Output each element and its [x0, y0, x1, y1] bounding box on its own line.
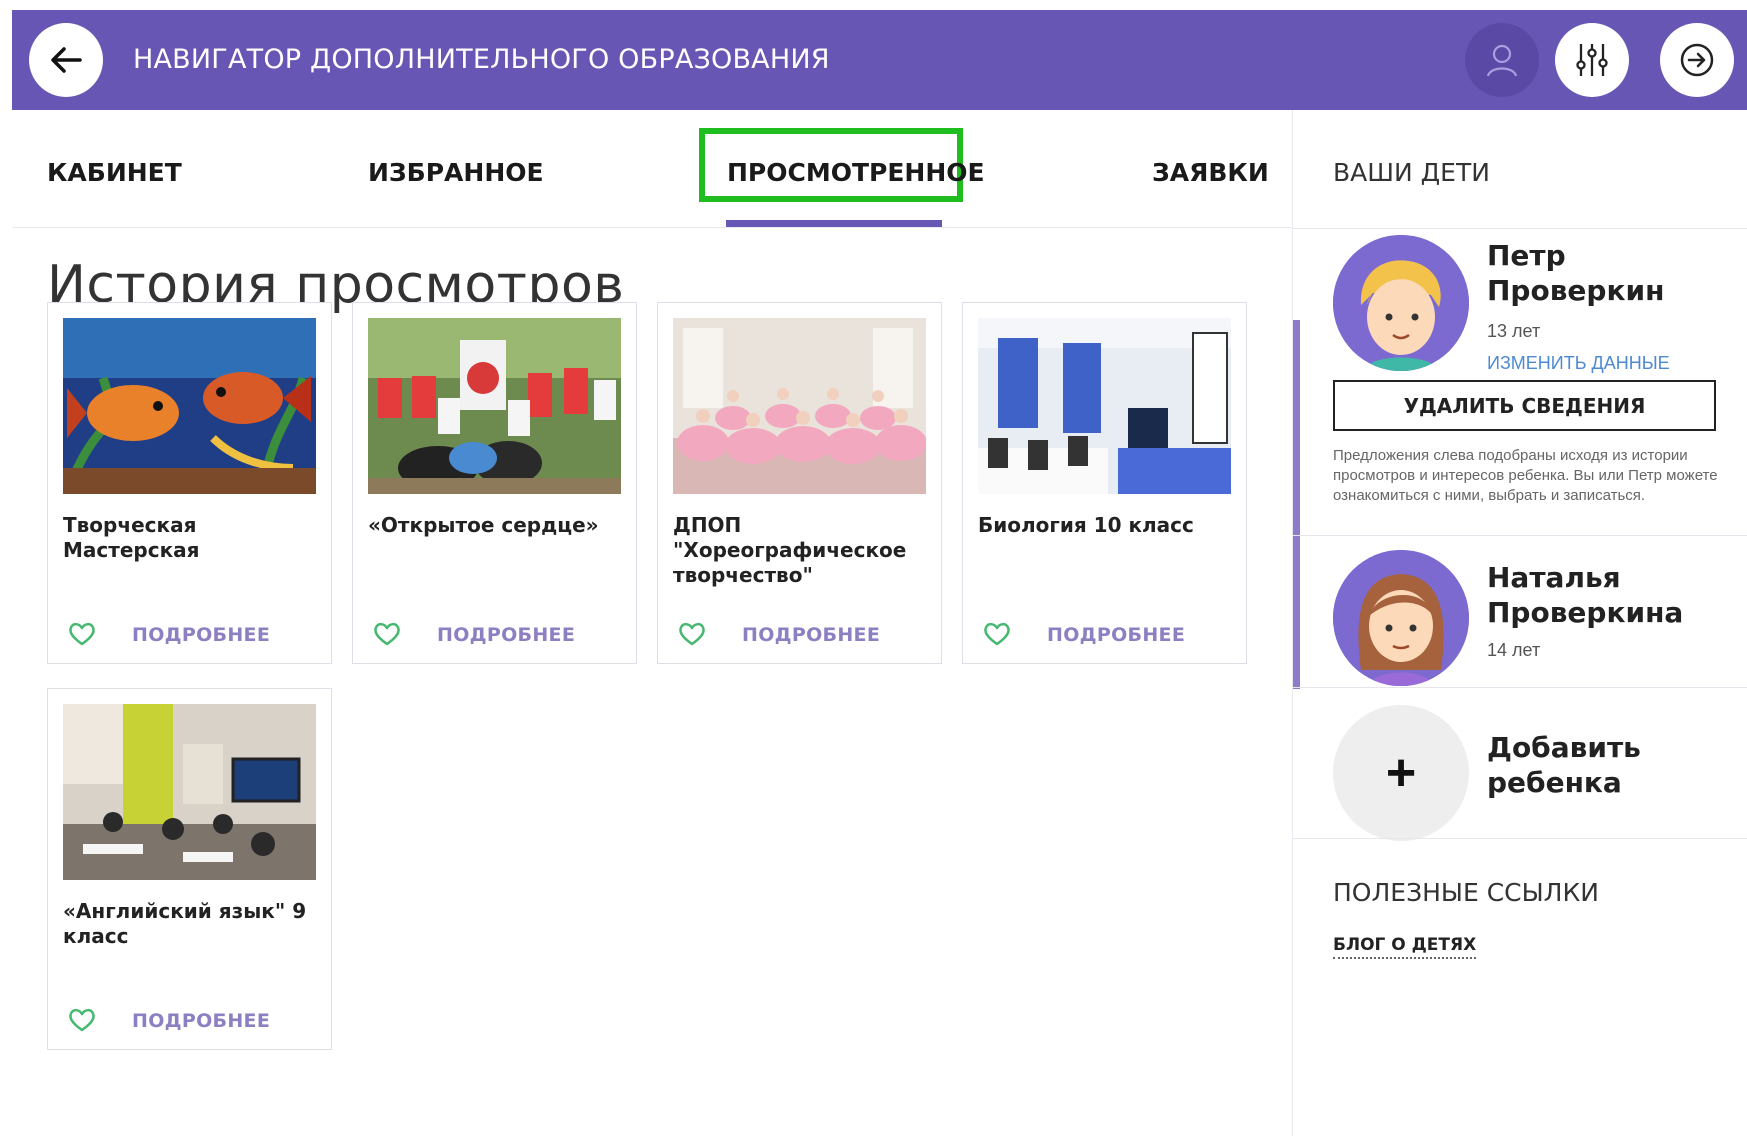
- card-image: [368, 318, 621, 494]
- card-image: [978, 318, 1231, 494]
- card-title: Биология 10 класс: [978, 513, 1194, 537]
- card-title: «Английский язык" 9 класс: [63, 899, 307, 948]
- tab-requests[interactable]: ЗАЯВКИ: [1152, 158, 1269, 187]
- more-link[interactable]: ПОДРОБНЕЕ: [742, 624, 880, 646]
- card-image: [63, 704, 316, 880]
- child-age: 14 лет: [1487, 640, 1541, 660]
- tab-cabinet[interactable]: КАБИНЕТ: [47, 158, 182, 187]
- back-button[interactable]: [29, 23, 103, 97]
- avatar[interactable]: [1333, 550, 1469, 686]
- delete-info-button[interactable]: УДАЛИТЬ СВЕДЕНИЯ: [1333, 380, 1716, 431]
- app-title: НАВИГАТОР ДОПОЛНИТЕЛЬНОГО ОБРАЗОВАНИЯ: [133, 44, 830, 75]
- add-child-button[interactable]: +: [1333, 705, 1469, 841]
- recommendation-hint: Предложения слева подобраны исходя из ис…: [1333, 447, 1718, 504]
- blog-link[interactable]: БЛОГ О ДЕТЯХ: [1333, 935, 1477, 959]
- tab-viewed[interactable]: ПРОСМОТРЕННОЕ: [727, 158, 985, 187]
- program-card[interactable]: ДПОП "Хореографическое творчество" ПОДРО…: [657, 302, 942, 664]
- tab-bar: КАБИНЕТ ИЗБРАННОЕ ПРОСМОТРЕННОЕ ЗАЯВКИ: [12, 110, 1292, 228]
- heart-icon[interactable]: [983, 621, 1011, 647]
- filter-button[interactable]: [1555, 23, 1629, 97]
- divider: [1293, 228, 1747, 229]
- active-child-indicator: [1293, 320, 1300, 689]
- card-title: ДПОП "Хореографическое творчество": [673, 513, 907, 587]
- more-link[interactable]: ПОДРОБНЕЕ: [437, 624, 575, 646]
- more-link[interactable]: ПОДРОБНЕЕ: [132, 1010, 270, 1032]
- child-name: Петр Проверкин: [1487, 239, 1665, 307]
- heart-icon[interactable]: [68, 621, 96, 647]
- divider: [1293, 838, 1747, 839]
- app-window: НАВИГАТОР ДОПОЛНИТЕЛЬНОГО ОБРАЗОВАНИЯ КА…: [12, 10, 1747, 1136]
- plus-icon: +: [1385, 744, 1417, 802]
- profile-button[interactable]: [1465, 23, 1539, 97]
- card-title: Творческая Мастерская: [63, 513, 200, 562]
- program-card[interactable]: «Открытое сердце» ПОДРОБНЕЕ: [352, 302, 637, 664]
- program-card[interactable]: Творческая Мастерская ПОДРОБНЕЕ: [47, 302, 332, 664]
- user-icon: [1486, 44, 1518, 77]
- child-age: 13 лет: [1487, 321, 1541, 341]
- card-image: [63, 318, 316, 494]
- heart-icon[interactable]: [678, 621, 706, 647]
- divider: [1293, 687, 1747, 688]
- more-link[interactable]: ПОДРОБНЕЕ: [1047, 624, 1185, 646]
- child-name: Наталья Проверкина: [1487, 561, 1684, 629]
- active-tab-indicator: [726, 220, 942, 227]
- more-link[interactable]: ПОДРОБНЕЕ: [132, 624, 270, 646]
- heart-icon[interactable]: [68, 1007, 96, 1033]
- avatar[interactable]: [1333, 235, 1469, 371]
- divider: [1293, 535, 1747, 536]
- add-child-label[interactable]: Добавить ребенка: [1487, 730, 1687, 800]
- top-bar: НАВИГАТОР ДОПОЛНИТЕЛЬНОГО ОБРАЗОВАНИЯ: [12, 10, 1747, 110]
- program-card[interactable]: «Английский язык" 9 класс ПОДРОБНЕЕ: [47, 688, 332, 1050]
- card-image: [673, 318, 926, 494]
- sliders-icon: [1576, 44, 1608, 76]
- logout-button[interactable]: [1660, 23, 1734, 97]
- program-card[interactable]: Биология 10 класс ПОДРОБНЕЕ: [962, 302, 1247, 664]
- edit-data-link[interactable]: ИЗМЕНИТЬ ДАННЫЕ: [1487, 353, 1670, 374]
- useful-links-heading: ПОЛЕЗНЫЕ ССЫЛКИ: [1333, 878, 1599, 907]
- heart-icon[interactable]: [373, 621, 401, 647]
- card-title: «Открытое сердце»: [368, 513, 599, 537]
- tab-favorites[interactable]: ИЗБРАННОЕ: [368, 158, 544, 187]
- arrow-left-icon: [51, 47, 82, 73]
- children-sidebar: ВАШИ ДЕТИ Петр Проверкин 13 лет ИЗМЕНИТЬ…: [1292, 110, 1747, 1136]
- logout-icon: [1680, 43, 1714, 77]
- children-heading: ВАШИ ДЕТИ: [1333, 158, 1490, 187]
